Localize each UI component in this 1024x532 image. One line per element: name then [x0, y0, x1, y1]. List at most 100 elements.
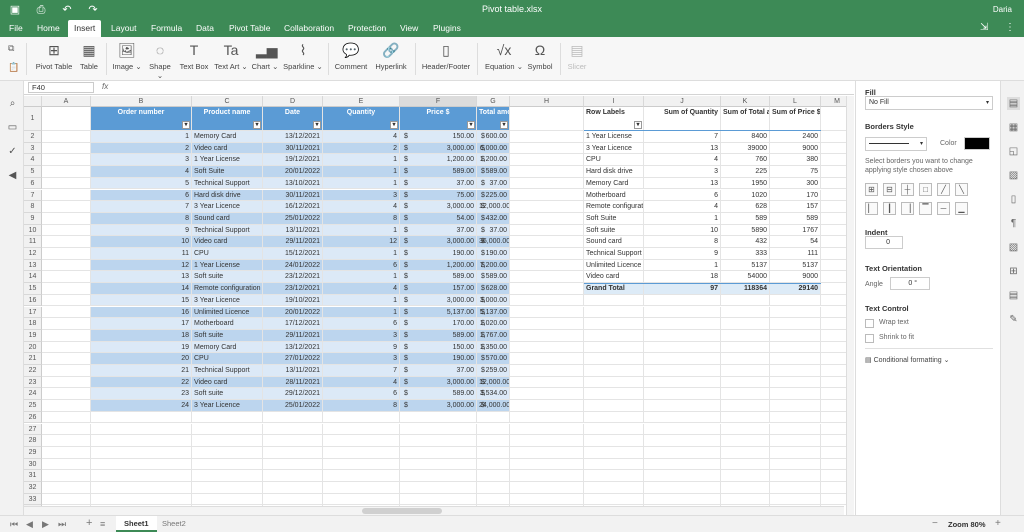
- grid-cell[interactable]: [91, 482, 192, 494]
- grid-cell[interactable]: [770, 365, 821, 377]
- grid-cell[interactable]: [770, 376, 821, 389]
- table-cell[interactable]: 7: [91, 201, 192, 213]
- grid-cell[interactable]: [192, 458, 263, 471]
- table-cell[interactable]: 4: [323, 201, 400, 213]
- table-cell[interactable]: $3,000.00: [400, 376, 477, 389]
- grid-cell[interactable]: [770, 446, 821, 459]
- table-cell[interactable]: $1,200.00: [400, 154, 477, 167]
- table-cell[interactable]: $570.00: [477, 353, 510, 365]
- table-cell[interactable]: Video card: [192, 142, 263, 155]
- pivot-cell[interactable]: 9000: [770, 142, 821, 155]
- sheet-tab-1[interactable]: Sheet1: [116, 516, 157, 532]
- grid-cell[interactable]: [584, 318, 644, 330]
- row-header[interactable]: 16: [24, 294, 42, 307]
- grid-cell[interactable]: [584, 376, 644, 389]
- table-cell[interactable]: 1: [323, 271, 400, 284]
- copy-icon[interactable]: ⧉: [8, 43, 14, 54]
- table-cell[interactable]: $589.00: [400, 329, 477, 342]
- feedback-icon[interactable]: ◀: [6, 169, 19, 182]
- row-header[interactable]: 20: [24, 341, 42, 354]
- table-cell[interactable]: $5,137.00: [400, 306, 477, 319]
- grid-cell[interactable]: [323, 482, 400, 494]
- row-header[interactable]: 32: [24, 482, 42, 494]
- table-cell[interactable]: 20: [91, 353, 192, 365]
- border-line-select[interactable]: ▾: [865, 137, 927, 151]
- grid-cell[interactable]: [42, 107, 91, 131]
- grid-cell[interactable]: [644, 446, 721, 459]
- table-cell[interactable]: 1: [323, 248, 400, 260]
- grid-cell[interactable]: [42, 400, 91, 412]
- pivot-cell[interactable]: 589: [721, 212, 770, 225]
- grid-cell[interactable]: [477, 435, 510, 447]
- grid-cell[interactable]: [42, 294, 91, 307]
- grid-cell[interactable]: [510, 470, 584, 482]
- grid-cell[interactable]: [644, 306, 721, 319]
- table-cell[interactable]: 1: [323, 177, 400, 190]
- grid-cell[interactable]: [584, 470, 644, 482]
- grid-cell[interactable]: [584, 400, 644, 412]
- grid-cell[interactable]: [91, 411, 192, 424]
- border-style-button[interactable]: ╲: [955, 183, 968, 196]
- table-cell[interactable]: 10: [91, 236, 192, 248]
- table-cell[interactable]: $7,200.00: [477, 259, 510, 272]
- grid-cell[interactable]: [323, 470, 400, 482]
- table-cell[interactable]: 16/12/2021: [263, 201, 323, 213]
- grid-cell[interactable]: [42, 212, 91, 225]
- table-cell[interactable]: 8: [91, 212, 192, 225]
- grid-cell[interactable]: [510, 248, 584, 260]
- grid-cell[interactable]: [263, 446, 323, 459]
- table-cell[interactable]: $170.00: [400, 318, 477, 330]
- horizontal-scrollbar[interactable]: [24, 506, 844, 515]
- paragraph-settings-icon[interactable]: ¶: [1007, 217, 1020, 230]
- pivot-cell[interactable]: 333: [721, 248, 770, 260]
- grid-cell[interactable]: [721, 341, 770, 354]
- grid-cell[interactable]: [323, 435, 400, 447]
- grid-cell[interactable]: [263, 482, 323, 494]
- pivot-cell[interactable]: 8: [644, 236, 721, 248]
- table-cell[interactable]: $190.00: [400, 248, 477, 260]
- table-cell[interactable]: 1: [323, 154, 400, 167]
- column-header-L[interactable]: L: [770, 96, 821, 107]
- scroll-thumb[interactable]: [362, 508, 442, 514]
- row-header[interactable]: 4: [24, 154, 42, 167]
- text-art-settings-icon[interactable]: ▧: [1007, 241, 1020, 254]
- pivot-cell[interactable]: 5137: [770, 259, 821, 272]
- grid-cell[interactable]: [510, 435, 584, 447]
- row-header[interactable]: 18: [24, 318, 42, 330]
- grid-cell[interactable]: [584, 446, 644, 459]
- pivot-cell[interactable]: 4: [644, 201, 721, 213]
- grid-cell[interactable]: [770, 470, 821, 482]
- table-cell[interactable]: 6: [323, 318, 400, 330]
- grid-cell[interactable]: [721, 400, 770, 412]
- grid-cell[interactable]: [42, 142, 91, 155]
- grid-cell[interactable]: [510, 271, 584, 284]
- grid-cell[interactable]: [510, 458, 584, 471]
- grid-cell[interactable]: [263, 493, 323, 506]
- row-header[interactable]: 33: [24, 493, 42, 506]
- pivot-total-cell[interactable]: Grand Total: [584, 283, 644, 295]
- table-cell[interactable]: Technical Support: [192, 365, 263, 377]
- table-cell[interactable]: $6,000.00: [477, 142, 510, 155]
- row-header[interactable]: 10: [24, 224, 42, 237]
- pivot-header-cell[interactable]: Row Labels ▾: [584, 107, 644, 131]
- table-cell[interactable]: 24/01/2022: [263, 259, 323, 272]
- filter-dropdown-icon[interactable]: ▾: [313, 121, 321, 129]
- grid-cell[interactable]: [323, 446, 400, 459]
- grid-cell[interactable]: [584, 482, 644, 494]
- grid-cell[interactable]: [644, 353, 721, 365]
- grid-cell[interactable]: [42, 189, 91, 202]
- grid-cell[interactable]: [721, 306, 770, 319]
- column-header-G[interactable]: G: [477, 96, 510, 107]
- filter-dropdown-icon[interactable]: ▾: [634, 121, 642, 129]
- table-cell[interactable]: $589.00: [477, 166, 510, 178]
- grid-cell[interactable]: [42, 376, 91, 389]
- table-cell[interactable]: $1,350.00: [477, 341, 510, 354]
- pivot-cell[interactable]: 1767: [770, 224, 821, 237]
- column-header-J[interactable]: J: [644, 96, 721, 107]
- grid-cell[interactable]: [770, 294, 821, 307]
- row-header[interactable]: 15: [24, 283, 42, 295]
- grid-cell[interactable]: [91, 423, 192, 436]
- filter-dropdown-icon[interactable]: ▾: [390, 121, 398, 129]
- table-cell[interactable]: 16: [91, 306, 192, 319]
- table-cell[interactable]: $37.00: [400, 177, 477, 190]
